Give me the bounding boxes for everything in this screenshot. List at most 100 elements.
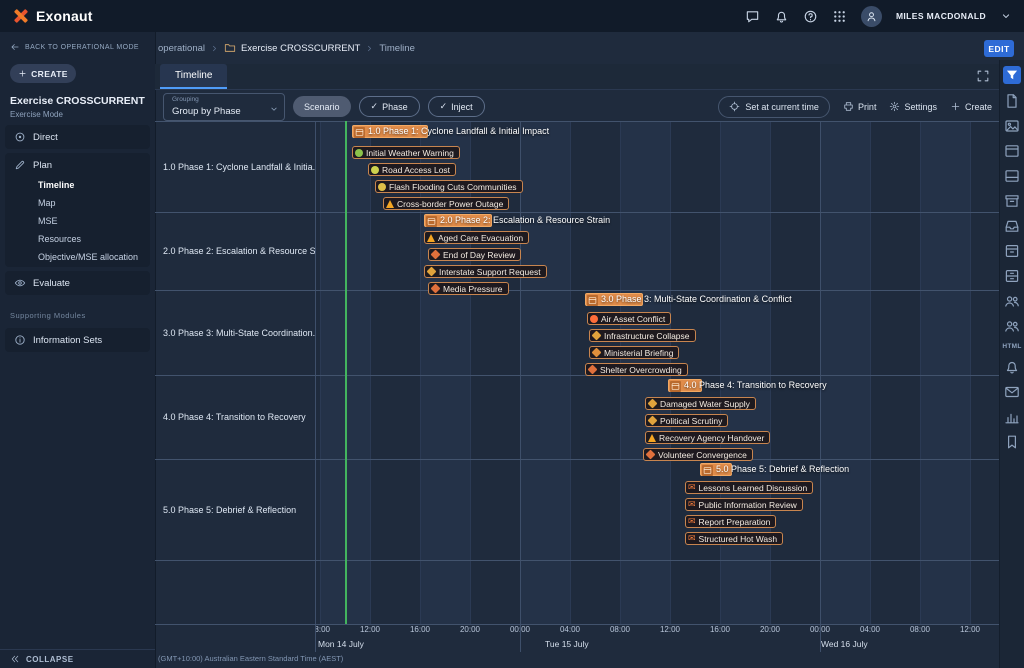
sidebar-item-direct[interactable]: Direct — [5, 126, 150, 148]
inject-infrastructure-collapse[interactable]: Infrastructure Collapse — [589, 329, 696, 342]
check-icon: ✓ — [440, 101, 448, 112]
drawer-icon[interactable] — [1004, 268, 1020, 284]
phase-icon — [702, 465, 713, 476]
sidebar-item-timeline[interactable]: Timeline — [5, 176, 150, 194]
inject-interstate-support-request[interactable]: Interstate Support Request — [424, 265, 547, 278]
panel-icon[interactable] — [1004, 143, 1020, 159]
time-tick-label: 20:00 — [760, 625, 780, 634]
users-icon[interactable] — [1004, 293, 1020, 309]
inject-media-pressure[interactable]: Media Pressure — [428, 282, 509, 295]
inject-road-access-lost[interactable]: Road Access Lost — [368, 163, 456, 176]
inject-label: Recovery Agency Handover — [659, 433, 764, 443]
inject-aged-care-evacuation[interactable]: Aged Care Evacuation — [424, 231, 529, 244]
inject-lessons-learned-discussion[interactable]: ✉Lessons Learned Discussion — [685, 481, 813, 494]
user-name[interactable]: MILES MACDONALD — [896, 11, 986, 21]
inject-report-preparation[interactable]: ✉Report Preparation — [685, 515, 776, 528]
inject-initial-weather-warning[interactable]: Initial Weather Warning — [352, 146, 460, 159]
inject-political-scrutiny[interactable]: Political Scrutiny — [645, 414, 728, 427]
inject-label: Ministerial Briefing — [604, 348, 673, 358]
create-button[interactable]: CREATE — [10, 64, 76, 83]
nav-section: Evaluate — [5, 271, 150, 295]
warning-icon — [386, 200, 394, 208]
set-current-time-button[interactable]: Set at current time — [718, 96, 830, 118]
sidebar-item-plan[interactable]: Plan — [5, 154, 150, 176]
row-separator — [155, 560, 1001, 561]
grid-line — [370, 121, 371, 624]
card-icon[interactable] — [1004, 168, 1020, 184]
archive-icon[interactable] — [1004, 193, 1020, 209]
back-to-operational-link[interactable]: BACK TO OPERATIONAL MODE — [0, 32, 155, 56]
breadcrumb: operational Exercise CROSSCURRENT Timeli… — [158, 42, 415, 54]
sidebar-item-mse[interactable]: MSE — [5, 212, 150, 230]
create-inject-button[interactable]: Create — [950, 101, 992, 112]
print-button[interactable]: Print — [843, 101, 877, 112]
inject-end-of-day-review[interactable]: End of Day Review — [428, 248, 521, 261]
bell-icon[interactable] — [1004, 359, 1020, 375]
inject-shelter-overcrowding[interactable]: Shelter Overcrowding — [585, 363, 688, 376]
grid-line — [970, 121, 971, 624]
apps-grid-icon[interactable] — [832, 9, 847, 24]
tab-timeline[interactable]: Timeline — [160, 64, 227, 89]
sidebar-item-resources[interactable]: Resources — [5, 230, 150, 248]
day-axis: Mon 14 JulyTue 15 JulyWed 16 July — [315, 638, 1001, 652]
sidebar-item-information-sets[interactable]: Information Sets — [5, 329, 150, 351]
topbar: Exonaut MILES MACDONALD — [0, 0, 1024, 32]
print-label: Print — [858, 102, 877, 112]
inject-label: Political Scrutiny — [660, 416, 722, 426]
sidebar-item-label: MSE — [38, 216, 58, 226]
team-icon[interactable] — [1004, 318, 1020, 334]
filter-chip-inject[interactable]: ✓Inject — [428, 96, 485, 117]
sidebar-item-evaluate[interactable]: Evaluate — [5, 272, 150, 294]
gear-icon — [889, 101, 900, 112]
inject-structured-hot-wash[interactable]: ✉Structured Hot Wash — [685, 532, 783, 545]
inject-label: Structured Hot Wash — [699, 534, 778, 544]
row-separator — [155, 624, 1001, 625]
inject-recovery-agency-handover[interactable]: Recovery Agency Handover — [645, 431, 770, 444]
grid-line — [770, 121, 771, 624]
phase-icon — [354, 127, 365, 138]
chat-icon[interactable] — [745, 9, 760, 24]
exercise-title: Exercise CROSSCURRENT — [10, 95, 145, 107]
filter-chip-scenario[interactable]: Scenario — [293, 96, 351, 117]
sidebar-nav: Direct Plan TimelineMap MSE ResourcesObjecti… — [0, 125, 155, 295]
mail-icon[interactable] — [1004, 384, 1020, 400]
help-icon[interactable] — [803, 9, 818, 24]
inject-flash-flooding-cuts-communities[interactable]: Flash Flooding Cuts Communities — [375, 180, 523, 193]
edit-button[interactable]: EDIT — [984, 40, 1014, 57]
day-separator — [315, 121, 316, 652]
inject-public-information-review[interactable]: ✉Public Information Review — [685, 498, 803, 511]
sidebar-item-objective-mse-allocation[interactable]: Objective/MSE allocation — [5, 248, 150, 266]
inject-damaged-water-supply[interactable]: Damaged Water Supply — [645, 397, 756, 410]
sidebar-item-map[interactable]: Map — [5, 194, 150, 212]
breadcrumb-root[interactable]: operational — [158, 43, 205, 54]
grouping-select[interactable]: Grouping Group by Phase — [163, 93, 285, 121]
box-icon[interactable] — [1004, 243, 1020, 259]
notifications-bell-icon[interactable] — [774, 9, 789, 24]
timeline-row-label: 2.0 Phase 2: Escalation & Resource S... — [155, 212, 315, 290]
breadcrumb-exercise[interactable]: Exercise CROSSCURRENT — [241, 43, 360, 54]
inbox-icon[interactable] — [1004, 218, 1020, 234]
fullscreen-icon[interactable] — [976, 69, 990, 83]
settings-button[interactable]: Settings — [889, 101, 937, 112]
filter-chip-phase[interactable]: ✓Phase — [359, 96, 420, 117]
image-icon[interactable] — [1004, 118, 1020, 134]
double-chevron-left-icon — [10, 654, 20, 664]
chevron-down-icon[interactable] — [1000, 10, 1012, 22]
time-tick-label: 08:00 — [910, 625, 930, 634]
inject-cross-border-power-outage[interactable]: Cross-border Power Outage — [383, 197, 509, 210]
printer-icon — [843, 101, 854, 112]
bookmark-icon[interactable] — [1004, 434, 1020, 450]
document-icon[interactable] — [1004, 93, 1020, 109]
inject-volunteer-convergence[interactable]: Volunteer Convergence — [643, 448, 753, 461]
sidebar-item-label: Plan — [33, 160, 52, 171]
avatar[interactable] — [861, 6, 882, 27]
inject-ministerial-briefing[interactable]: Ministerial Briefing — [589, 346, 679, 359]
time-tick-label: 12:00 — [360, 625, 380, 634]
chart-icon[interactable] — [1004, 409, 1020, 425]
filter-icon[interactable] — [1003, 66, 1021, 84]
html-icon[interactable]: HTML — [1002, 343, 1021, 350]
collapse-button[interactable]: COLLAPSE — [0, 649, 155, 668]
inject-air-asset-conflict[interactable]: Air Asset Conflict — [587, 312, 671, 325]
phase-icon — [670, 381, 681, 392]
inject-label: Cross-border Power Outage — [397, 199, 503, 209]
